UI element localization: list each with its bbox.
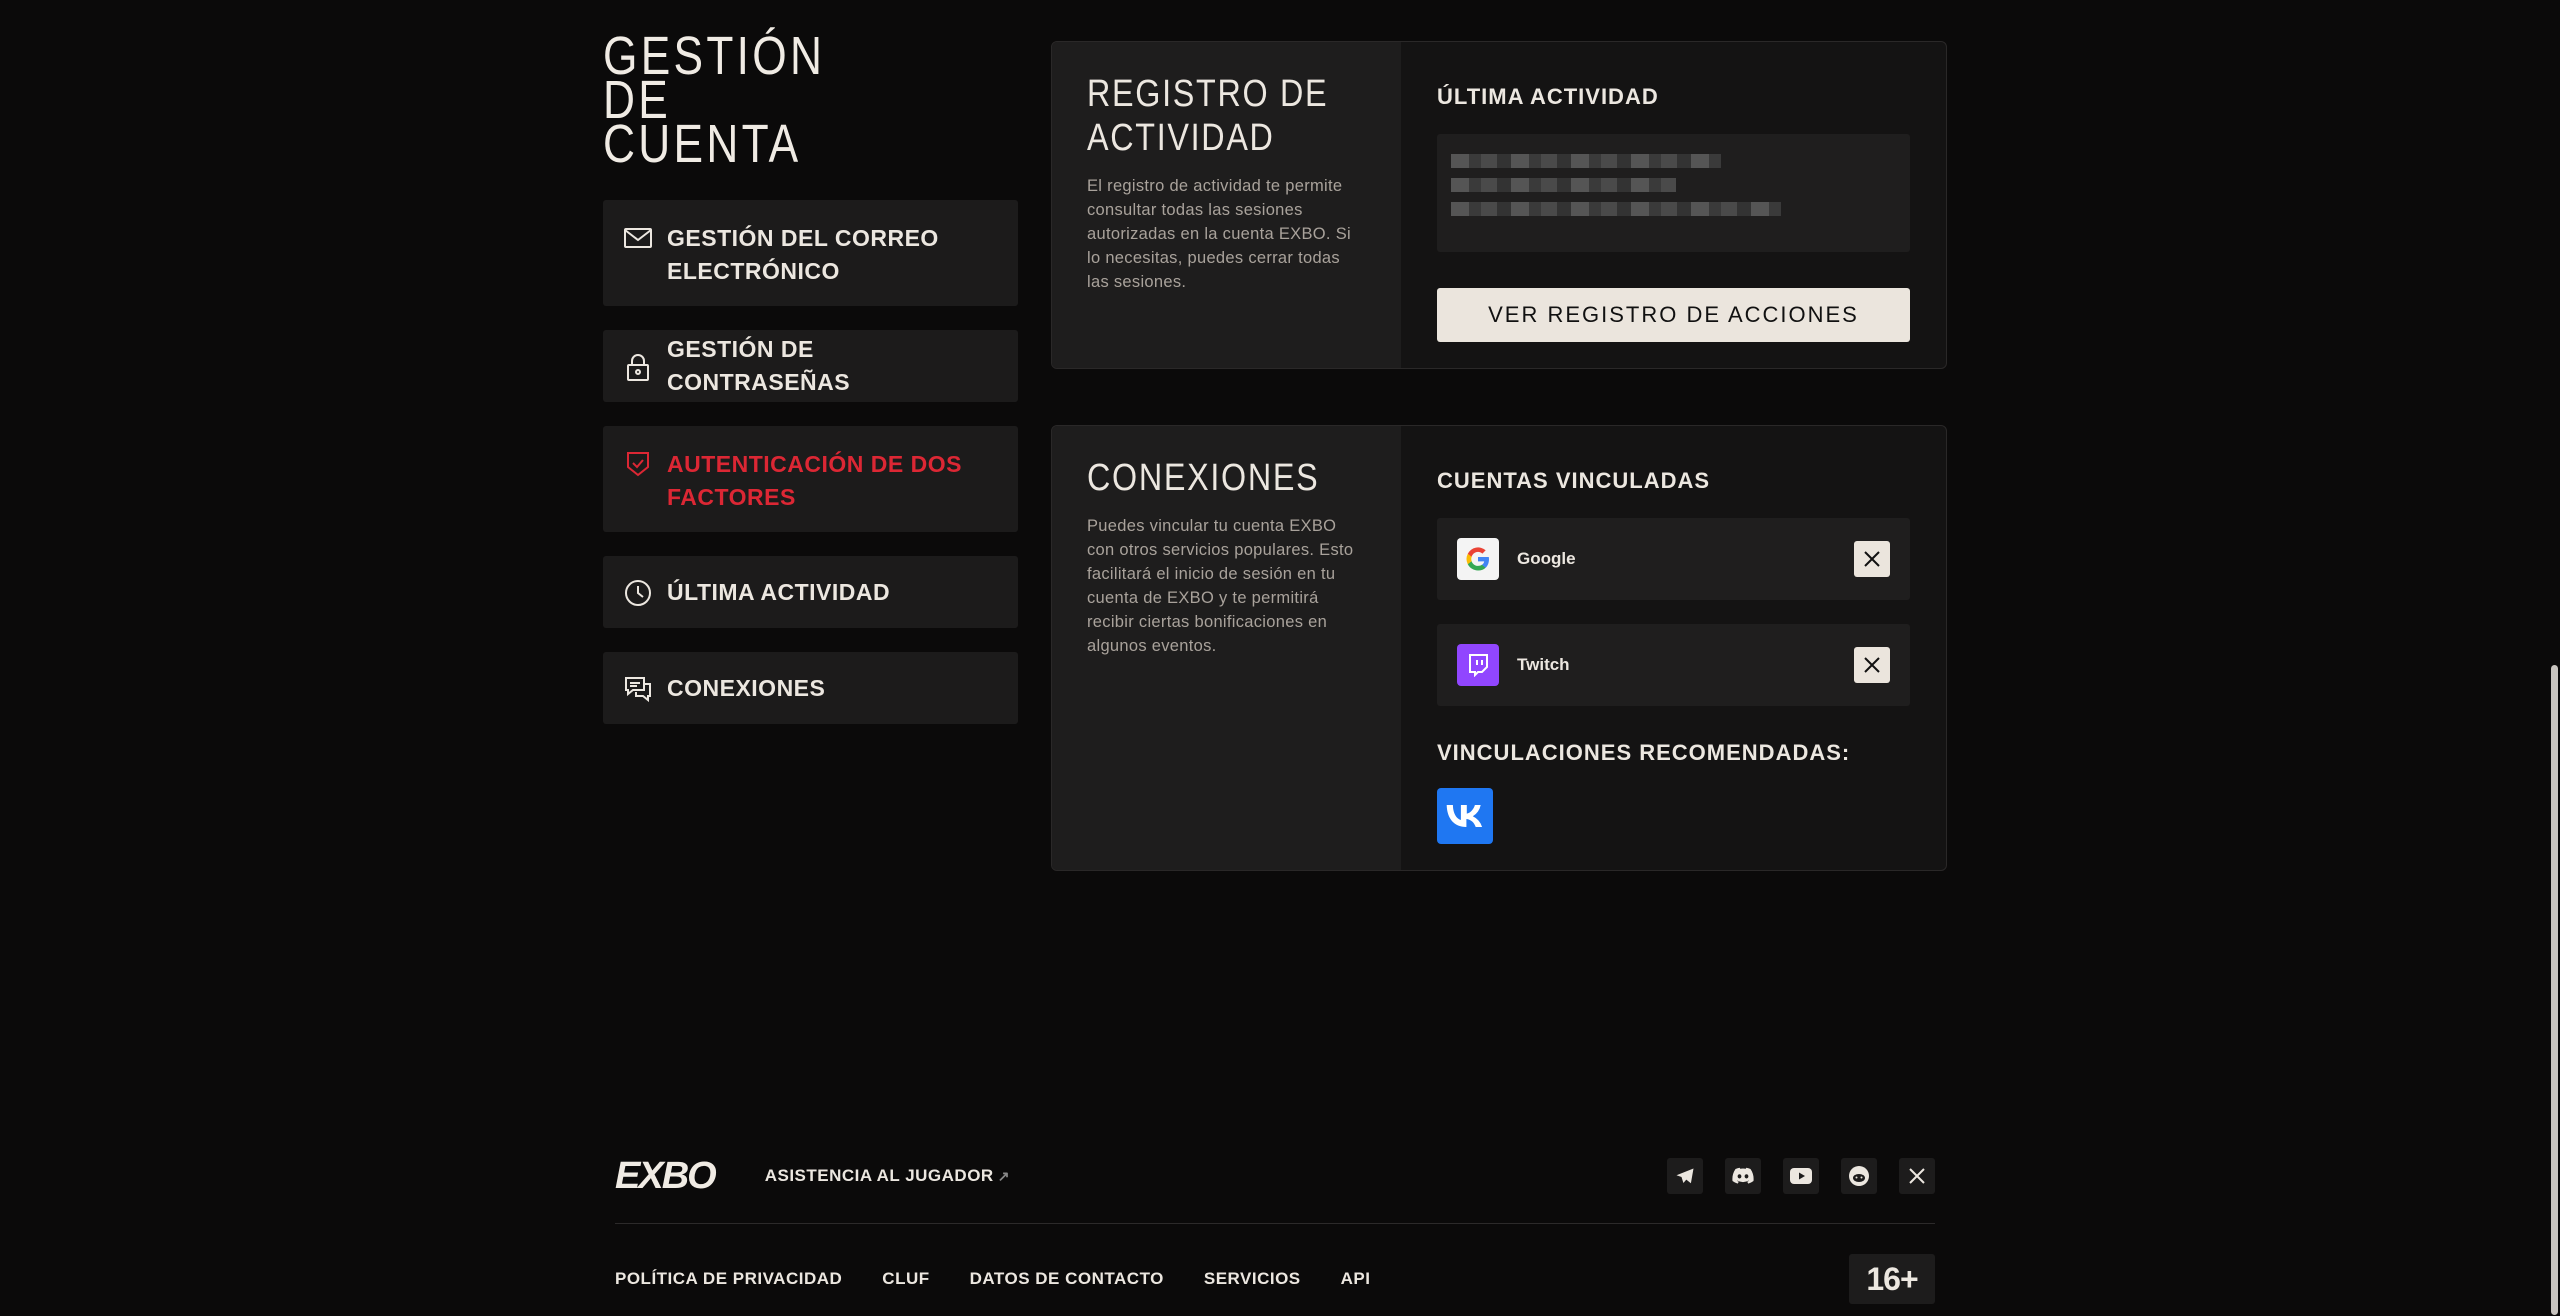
footer-divider — [615, 1223, 1935, 1224]
contact-link[interactable]: DATOS DE CONTACTO — [970, 1269, 1164, 1289]
linked-accounts-heading: CUENTAS VINCULADAS — [1437, 468, 1711, 493]
reddit-button[interactable] — [1841, 1158, 1877, 1194]
clock-icon — [625, 579, 651, 606]
redacted-line — [1451, 178, 1676, 192]
activity-card-title: REGISTRO DE ACTIVIDAD — [1087, 73, 1329, 159]
player-support-label: ASISTENCIA AL JUGADOR — [764, 1166, 994, 1185]
telegram-icon — [1676, 1168, 1694, 1184]
youtube-button[interactable] — [1783, 1158, 1819, 1194]
connections-card-content: CUENTAS VINCULADAS Google Twitch VINCULA… — [1401, 426, 1946, 870]
blurred-activity-info — [1437, 134, 1910, 252]
google-icon — [1457, 538, 1499, 580]
connections-card-info: CONEXIONES Puedes vincular tu cuenta EXB… — [1052, 426, 1401, 870]
nav-item-label: AUTENTICACIÓN DE DOS FACTORES — [667, 451, 962, 510]
page-title: GESTIÓN DE CUENTA — [603, 26, 826, 174]
footer-top: EXBO ASISTENCIA AL JUGADOR ↗ — [615, 1150, 1935, 1202]
x-icon — [1909, 1168, 1925, 1184]
nav-item-label: CONEXIONES — [667, 674, 826, 701]
nav-item-two-factor[interactable]: AUTENTICACIÓN DE DOS FACTORES — [603, 426, 1018, 532]
connections-card-title: CONEXIONES — [1087, 457, 1320, 499]
chat-icon — [625, 676, 651, 702]
recommended-heading: VINCULACIONES RECOMENDADAS: — [1437, 740, 1851, 765]
unlink-google-button[interactable] — [1854, 541, 1890, 577]
last-activity-heading: ÚLTIMA ACTIVIDAD — [1437, 84, 1659, 109]
nav-item-connections[interactable]: CONEXIONES — [603, 652, 1018, 724]
redacted-line — [1451, 202, 1781, 216]
exbo-logo[interactable]: EXBO — [615, 1155, 717, 1198]
nav-item-passwords[interactable]: GESTIÓN DE CONTRASEÑAS — [603, 330, 1018, 402]
nav-item-email[interactable]: GESTIÓN DEL CORREO ELECTRÓNICO — [603, 200, 1018, 306]
nav-item-label: GESTIÓN DEL CORREO ELECTRÓNICO — [667, 225, 939, 284]
scrollbar-thumb[interactable] — [2551, 665, 2558, 1315]
activity-card-info: REGISTRO DE ACTIVIDAD El registro de act… — [1052, 42, 1401, 368]
vk-icon — [1446, 805, 1483, 827]
scrollbar[interactable] — [2550, 0, 2560, 1316]
youtube-icon — [1790, 1168, 1812, 1184]
linked-account-name: Twitch — [1517, 655, 1570, 674]
eula-link[interactable]: CLUF — [882, 1269, 929, 1289]
footer-bottom: POLÍTICA DE PRIVACIDAD CLUF DATOS DE CON… — [615, 1254, 1935, 1304]
close-icon — [1864, 551, 1880, 567]
close-icon — [1864, 657, 1880, 673]
privacy-policy-link[interactable]: POLÍTICA DE PRIVACIDAD — [615, 1269, 842, 1289]
mail-icon — [624, 228, 652, 248]
discord-button[interactable] — [1725, 1158, 1761, 1194]
connections-card-description: Puedes vincular tu cuenta EXBO con otros… — [1087, 517, 1354, 655]
age-rating-badge: 16+ — [1849, 1254, 1935, 1304]
services-link[interactable]: SERVICIOS — [1204, 1269, 1301, 1289]
linked-account-name: Google — [1517, 549, 1576, 568]
linked-account-google: Google — [1437, 518, 1910, 600]
nav-item-label: ÚLTIMA ACTIVIDAD — [667, 578, 891, 605]
shield-check-icon — [627, 452, 649, 477]
external-link-icon: ↗ — [997, 1168, 1010, 1184]
activity-card-description: El registro de actividad te permite cons… — [1087, 177, 1351, 291]
page: GESTIÓN DE CUENTA GESTIÓN DEL CORREO ELE… — [0, 0, 2560, 1316]
lock-icon — [627, 353, 649, 381]
telegram-button[interactable] — [1667, 1158, 1703, 1194]
discord-icon — [1732, 1167, 1754, 1184]
reddit-icon — [1849, 1166, 1869, 1186]
view-action-log-button[interactable]: VER REGISTRO DE ACCIONES — [1437, 288, 1910, 342]
linked-account-twitch: Twitch — [1437, 624, 1910, 706]
redacted-line — [1451, 154, 1721, 168]
x-button[interactable] — [1899, 1158, 1935, 1194]
activity-card: REGISTRO DE ACTIVIDAD El registro de act… — [1051, 41, 1947, 369]
nav-item-last-activity[interactable]: ÚLTIMA ACTIVIDAD — [603, 556, 1018, 628]
player-support-link[interactable]: ASISTENCIA AL JUGADOR ↗ — [765, 1166, 1010, 1186]
link-vk-button[interactable] — [1437, 788, 1493, 844]
activity-card-content: ÚLTIMA ACTIVIDAD VER REGISTRO DE ACCIONE… — [1401, 42, 1946, 368]
twitch-icon — [1457, 644, 1499, 686]
unlink-twitch-button[interactable] — [1854, 647, 1890, 683]
connections-card: CONEXIONES Puedes vincular tu cuenta EXB… — [1051, 425, 1947, 871]
account-nav: GESTIÓN DEL CORREO ELECTRÓNICO GESTIÓN D… — [603, 200, 1018, 748]
api-link[interactable]: API — [1341, 1269, 1371, 1289]
social-links — [1667, 1158, 1935, 1194]
nav-item-label: GESTIÓN DE CONTRASEÑAS — [667, 336, 851, 395]
